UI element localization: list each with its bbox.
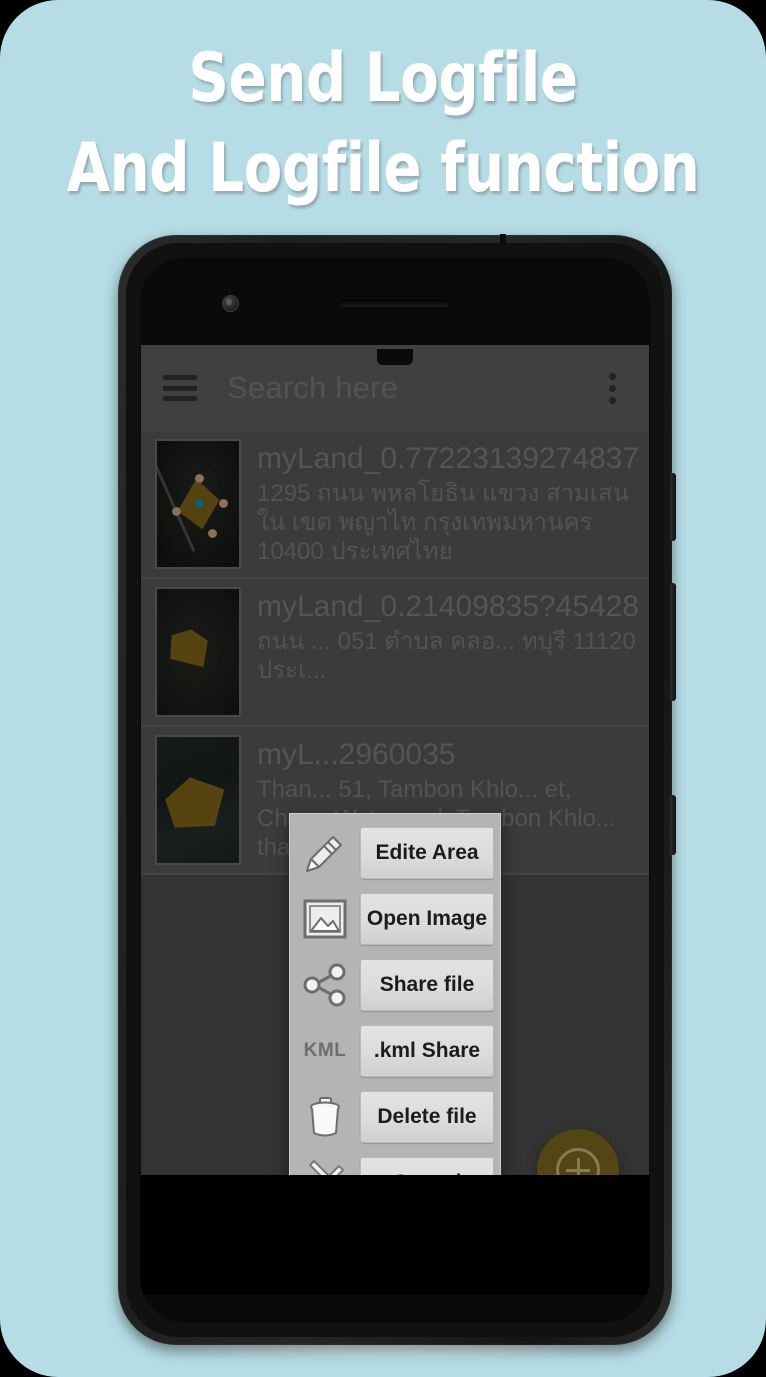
phone-mockup: Search here myLand_0.7722313927483768 12… — [118, 234, 676, 1359]
map-thumbnail — [155, 439, 241, 569]
earpiece-speaker — [340, 300, 450, 307]
dialog-row-kml-share[interactable]: KML .kml Share — [296, 1018, 494, 1084]
kml-share-button[interactable]: .kml Share — [360, 1025, 494, 1077]
dialog-row-delete-file[interactable]: Delete file — [296, 1084, 494, 1150]
edit-area-button[interactable]: Edite Area — [360, 827, 494, 879]
device-body: Search here myLand_0.7722313927483768 12… — [118, 234, 676, 1345]
list-item-title: myLand_0.21409835?4542827 — [257, 590, 639, 623]
screen-notch — [377, 349, 413, 365]
device-bezel: Search here myLand_0.7722313927483768 12… — [126, 243, 664, 1337]
search-input[interactable]: Search here — [227, 370, 595, 406]
list-item-text: myLand_0.21409835?4542827 ถนน ... 051 ตำ… — [257, 587, 639, 717]
antenna-line — [500, 234, 506, 246]
app-screen: Search here myLand_0.7722313927483768 12… — [141, 345, 649, 1263]
power-button[interactable] — [670, 473, 676, 541]
dialog-row-share-file[interactable]: Share file — [296, 952, 494, 1018]
list-item-title: myLand_0.7722313927483768 — [257, 442, 639, 475]
list-item-text: myLand_0.7722313927483768 1295 ถนน พหลโย… — [257, 439, 639, 569]
list-item-title: myL...2960035 — [257, 738, 456, 771]
promo-screenshot: Send Logfile And Logfile function Search… — [0, 0, 766, 1377]
pencil-icon — [296, 824, 354, 882]
more-vertical-icon[interactable] — [595, 371, 629, 405]
delete-file-button[interactable]: Delete file — [360, 1091, 494, 1143]
kml-icon: KML — [296, 1022, 354, 1080]
dialog-row-edit-area[interactable]: Edite Area — [296, 820, 494, 886]
kml-icon-label: KML — [303, 1040, 347, 1061]
list-item[interactable]: myLand_0.7722313927483768 1295 ถนน พหลโย… — [141, 431, 649, 579]
list-item[interactable]: myLand_0.21409835?4542827 ถนน ... 051 ตำ… — [141, 579, 649, 727]
front-camera-icon — [222, 295, 239, 312]
list-item-subtitle: 1295 ถนน พหลโยธิน แขวง สามเสนใน เขต พญาไ… — [257, 480, 630, 565]
volume-button[interactable] — [670, 583, 676, 701]
open-image-button[interactable]: Open Image — [360, 893, 494, 945]
share-file-button[interactable]: Share file — [360, 959, 494, 1011]
trash-icon — [296, 1088, 354, 1146]
share-icon — [296, 956, 354, 1014]
image-icon — [296, 890, 354, 948]
side-button[interactable] — [670, 795, 676, 855]
device-screen-area: Search here myLand_0.7722313927483768 12… — [140, 257, 650, 1323]
land-list: myLand_0.7722313927483768 1295 ถนน พหลโย… — [141, 431, 649, 875]
screen-bottom-area — [140, 1175, 650, 1295]
dialog-row-open-image[interactable]: Open Image — [296, 886, 494, 952]
list-item-subtitle: ถนน ... 051 ตำบล คลอ... ทบุรี 11120 ประเ… — [257, 628, 636, 684]
hamburger-menu-icon[interactable] — [163, 375, 197, 401]
map-thumbnail — [155, 587, 241, 717]
map-thumbnail — [155, 735, 241, 865]
file-actions-dialog: Edite Area Open Image Share file KML .km… — [289, 813, 501, 1225]
